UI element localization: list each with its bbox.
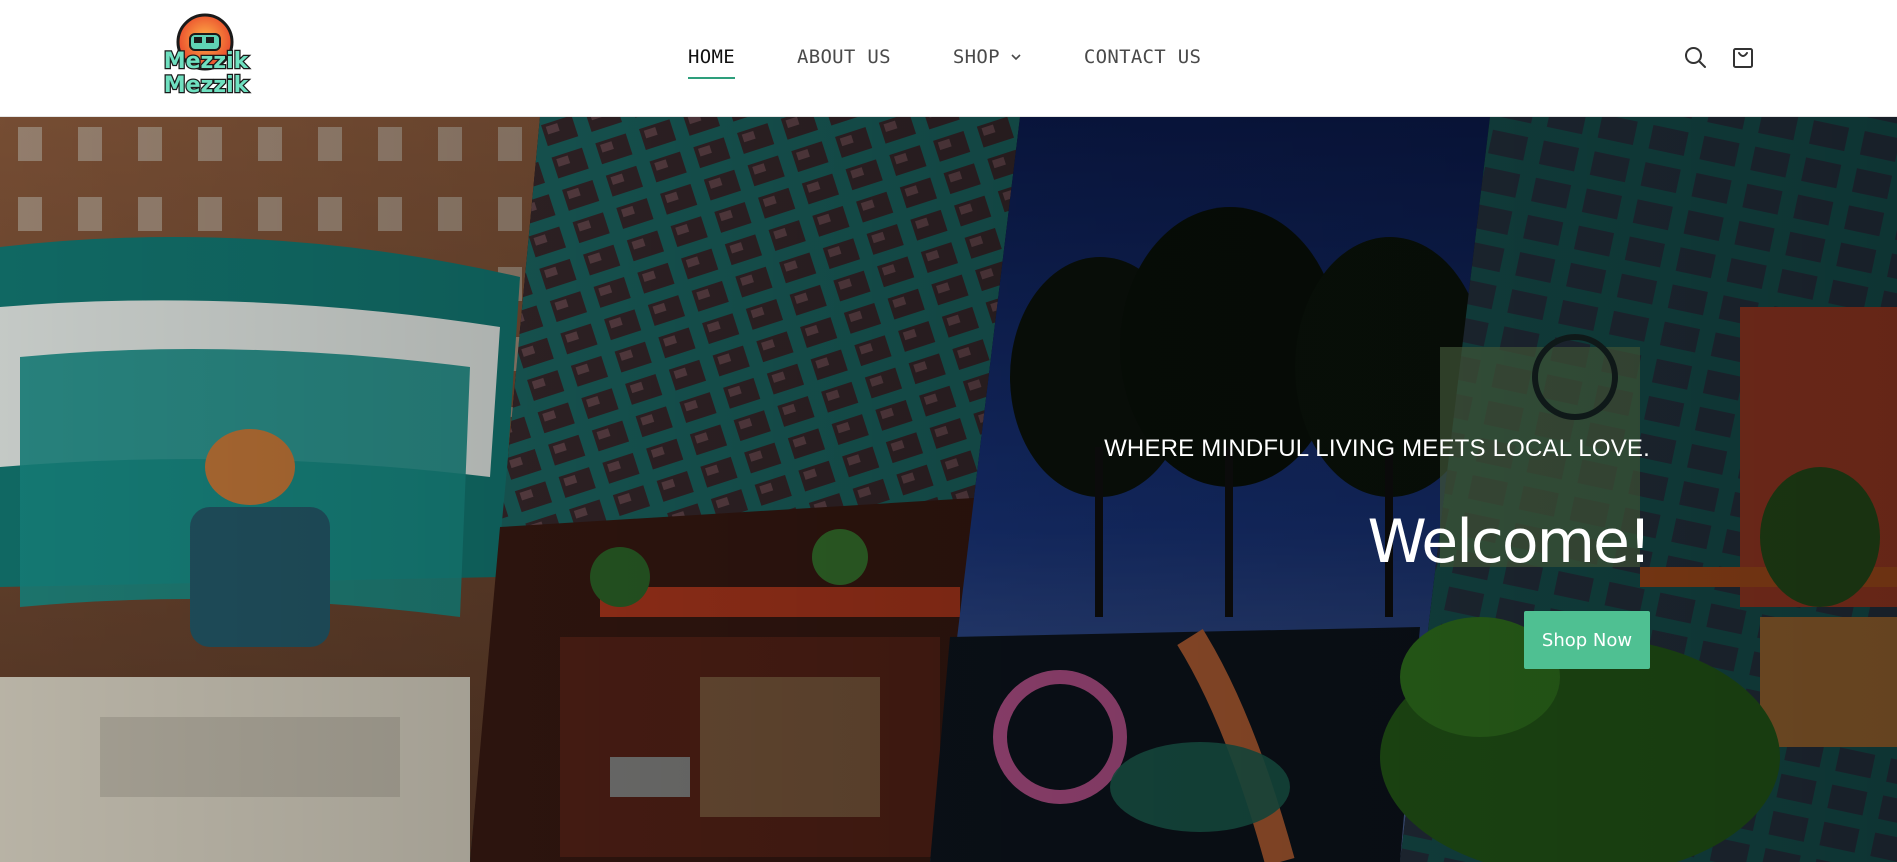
hero-banner: WHERE MINDFUL LIVING MEETS LOCAL LOVE. W… [0, 117, 1897, 862]
logo-image: Mezzik Mezzik [162, 13, 251, 98]
header-actions [1661, 0, 1757, 114]
hero-title: Welcome! [1367, 507, 1652, 577]
nav-about-us-label: ABOUT US [796, 46, 891, 68]
site-header: Mezzik Mezzik HOME ABOUT US SHOP CONTACT… [0, 0, 1897, 117]
nav-contact-us-label: CONTACT US [1083, 46, 1202, 68]
nav-home-label: HOME [688, 46, 735, 68]
nav-contact-us[interactable]: CONTACT US [1084, 37, 1201, 77]
hero-tagline: WHERE MINDFUL LIVING MEETS LOCAL LOVE. [1104, 435, 1650, 462]
brand-logo[interactable]: Mezzik Mezzik [150, 12, 262, 98]
nav-shop-label: SHOP [952, 46, 1000, 68]
nav-about-us[interactable]: ABOUT US [797, 37, 891, 77]
svg-text:Mezzik: Mezzik [164, 73, 250, 98]
nav-home[interactable]: HOME [688, 37, 735, 79]
main-nav: HOME ABOUT US SHOP CONTACT US [688, 0, 1263, 114]
hero-content: WHERE MINDFUL LIVING MEETS LOCAL LOVE. W… [850, 117, 1652, 862]
nav-shop[interactable]: SHOP [953, 37, 1022, 77]
shop-now-button[interactable]: Shop Now [1524, 611, 1650, 669]
svg-text:Mezzik: Mezzik [164, 49, 250, 74]
shopping-bag-icon[interactable] [1729, 43, 1757, 71]
chevron-down-icon [1011, 54, 1021, 61]
search-icon[interactable] [1681, 43, 1709, 71]
